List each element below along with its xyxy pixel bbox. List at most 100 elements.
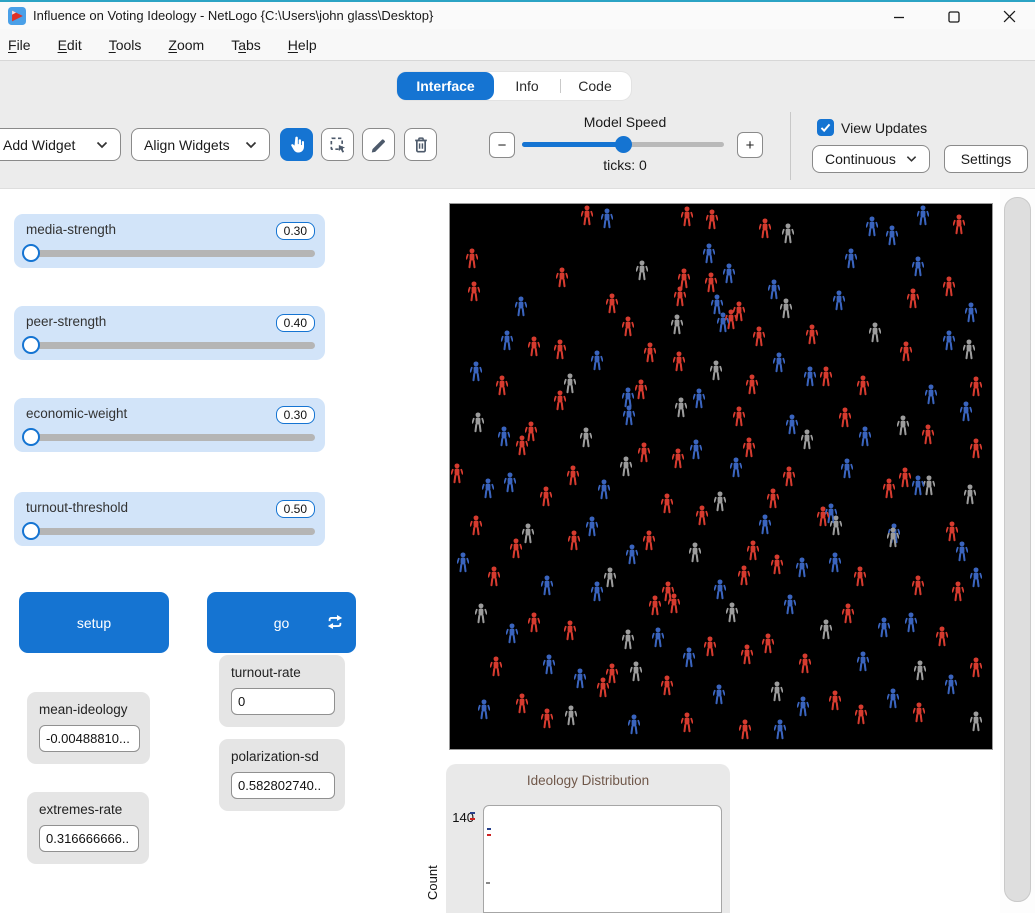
person-agent [886,225,898,247]
menu-tabs[interactable]: Tabs [231,37,261,53]
minimize-button[interactable] [879,2,919,31]
person-agent [907,288,919,310]
setup-button[interactable]: setup [19,592,169,653]
person-agent [649,595,661,617]
person-agent [604,567,616,589]
person-agent [855,704,867,726]
person-agent [970,376,982,398]
tab-code[interactable]: Code [561,78,629,94]
chevron-down-icon [906,155,917,163]
person-agent [806,324,818,346]
slider-track[interactable] [24,528,315,535]
person-agent [970,567,982,589]
plot-y-axis-label: Count [425,830,440,900]
slider-value-box[interactable]: 0.30 [276,222,315,240]
edit-tool-button[interactable] [362,128,395,161]
slider-media-strength: media-strength0.30 [14,214,325,268]
menu-help[interactable]: Help [288,37,317,53]
menu-file[interactable]: File [8,37,31,53]
person-agent [780,298,792,320]
slider-thumb[interactable] [22,428,40,446]
person-agent [786,414,798,436]
slider-value-box[interactable]: 0.30 [276,406,315,424]
update-mode-dropdown[interactable]: Continuous [812,145,930,173]
plot-area [483,805,722,913]
person-agent [564,620,576,642]
world-view[interactable] [449,203,993,750]
settings-button[interactable]: Settings [944,145,1028,173]
close-button[interactable] [989,2,1029,31]
person-agent [784,594,796,616]
tab-info[interactable]: Info [494,78,560,94]
person-agent [601,208,613,230]
person-agent [581,205,593,227]
person-agent [936,626,948,648]
person-agent [747,540,759,562]
slider-thumb[interactable] [22,522,40,540]
person-agent [672,448,684,470]
go-button[interactable]: go [207,592,356,653]
person-agent [733,406,745,428]
person-agent [556,267,568,289]
slider-track[interactable] [24,250,315,257]
maximize-button[interactable] [934,2,974,31]
slider-track[interactable] [24,434,315,441]
marquee-select-tool-button[interactable] [321,128,354,161]
plot-edge-mark [470,818,475,820]
person-agent [564,373,576,395]
menu-zoom[interactable]: Zoom [168,37,204,53]
delete-tool-button[interactable] [404,128,437,161]
align-widgets-dropdown[interactable]: Align Widgets [131,128,270,161]
person-agent [943,276,955,298]
person-agent [504,472,516,494]
plot-edge-mark [470,812,475,814]
model-speed-thumb[interactable] [615,136,632,153]
tab-interface[interactable]: Interface [397,72,494,100]
pointer-tool-button[interactable] [280,128,313,161]
close-icon [1003,10,1016,23]
slider-label: turnout-threshold [26,500,128,515]
trash-icon [411,135,431,155]
slider-value-box[interactable]: 0.50 [276,500,315,518]
person-agent [743,437,755,459]
person-agent [922,424,934,446]
update-mode-value: Continuous [825,151,896,167]
monitor-label: polarization-sd [231,749,335,764]
model-speed-slider[interactable] [522,142,724,147]
person-agent [820,619,832,641]
person-agent [580,427,592,449]
speed-decrease-button[interactable]: − [489,132,515,158]
vertical-scrollbar-track[interactable] [1000,189,1035,913]
person-agent [478,699,490,721]
slider-thumb[interactable] [22,336,40,354]
slider-value-box[interactable]: 0.40 [276,314,315,332]
person-agent [797,696,809,718]
view-updates-checkbox[interactable] [817,119,834,136]
marquee-select-icon [328,135,348,155]
person-agent [528,336,540,358]
person-agent [482,478,494,500]
person-agent [597,677,609,699]
person-agent [673,351,685,373]
title-bar: Influence on Voting Ideology - NetLogo {… [0,0,1035,29]
person-agent [516,693,528,715]
window-title: Influence on Voting Ideology - NetLogo {… [33,8,433,23]
person-agent [953,214,965,236]
person-agent [671,314,683,336]
menu-edit[interactable]: Edit [58,37,82,53]
slider-thumb[interactable] [22,244,40,262]
menu-tools[interactable]: Tools [109,37,142,53]
person-agent [829,552,841,574]
slider-track[interactable] [24,342,315,349]
slider-peer-strength: peer-strength0.40 [14,306,325,360]
person-agent [912,256,924,278]
minimize-icon [893,11,905,23]
person-agent [717,312,729,334]
add-widget-dropdown[interactable]: Add Widget [0,128,121,161]
speed-increase-button[interactable]: + [737,132,763,158]
person-agent [723,263,735,285]
person-agent [866,216,878,238]
toolbar-band: Interface Info Code Add Widget Align Wid… [0,61,1035,189]
person-agent [541,575,553,597]
vertical-scrollbar-thumb[interactable] [1004,197,1031,902]
